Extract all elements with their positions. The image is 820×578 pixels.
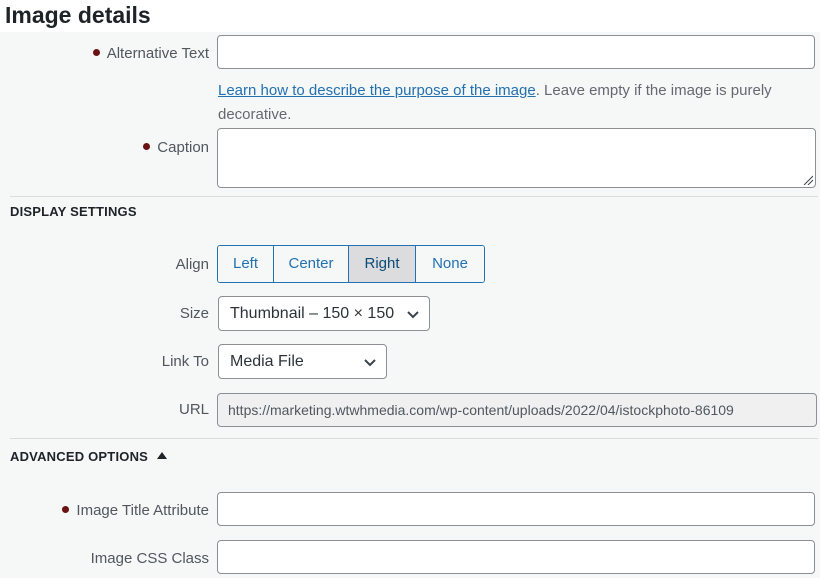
page-title: Image details: [5, 2, 151, 28]
divider: [10, 196, 818, 197]
required-dot-icon: [62, 505, 70, 513]
required-dot-icon: [92, 48, 100, 56]
image-title-input[interactable]: [217, 492, 815, 526]
size-label: Size: [179, 305, 209, 322]
url-field[interactable]: https://marketing.wtwhmedia.com/wp-conte…: [217, 393, 817, 427]
size-select[interactable]: Thumbnail – 150 × 150: [218, 296, 430, 331]
chevron-down-icon: [364, 359, 376, 367]
alt-text-input[interactable]: [217, 35, 815, 69]
triangle-up-icon: [157, 452, 168, 460]
url-label: URL: [178, 401, 209, 418]
css-class-label: Image CSS Class: [90, 550, 209, 567]
resize-grip-icon[interactable]: [803, 175, 813, 185]
align-left-button[interactable]: Left: [218, 246, 274, 282]
required-dot-icon: [143, 142, 151, 150]
alt-text-help-link[interactable]: Learn how to describe the purpose of the…: [218, 82, 536, 99]
display-settings-heading: DISPLAY SETTINGS: [10, 204, 137, 219]
alt-text-help: Learn how to describe the purpose of the…: [218, 82, 772, 123]
link-to-select-value: Media File: [230, 353, 304, 370]
divider: [10, 438, 818, 439]
advanced-options-heading: ADVANCED OPTIONS: [10, 449, 149, 464]
chevron-down-icon: [407, 311, 419, 319]
align-center-button[interactable]: Center: [274, 246, 349, 282]
caption-textarea[interactable]: [217, 128, 816, 188]
caption-label: Caption: [143, 139, 209, 156]
css-class-input[interactable]: [217, 540, 815, 574]
link-to-select[interactable]: Media File: [218, 344, 387, 379]
size-select-value: Thumbnail – 150 × 150: [230, 305, 395, 322]
advanced-options-toggle[interactable]: ADVANCED OPTIONS: [10, 449, 168, 464]
image-title-label: Image Title Attribute: [62, 502, 209, 519]
alt-text-label: Alternative Text: [92, 45, 209, 62]
align-right-button[interactable]: Right: [349, 246, 416, 282]
align-none-button[interactable]: None: [416, 246, 484, 282]
link-to-label: Link To: [161, 353, 209, 370]
align-button-group: Left Center Right None: [217, 245, 485, 283]
align-label: Align: [175, 256, 209, 273]
